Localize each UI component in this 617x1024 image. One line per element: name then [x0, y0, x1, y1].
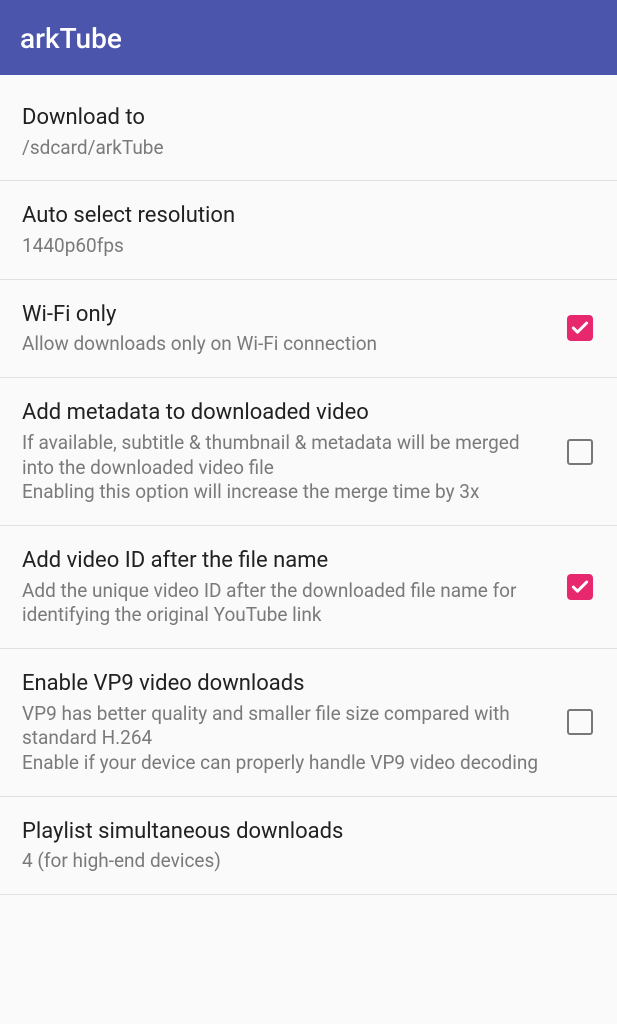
setting-content: Add video ID after the file name Add the… — [22, 546, 565, 628]
setting-auto-resolution[interactable]: Auto select resolution 1440p60fps — [0, 181, 617, 279]
setting-title: Wi-Fi only — [22, 300, 553, 330]
checkbox-add-video-id[interactable] — [565, 572, 595, 602]
checkmark-icon — [567, 315, 593, 341]
checkbox-wifi-only[interactable] — [565, 313, 595, 343]
setting-title: Playlist simultaneous downloads — [22, 817, 583, 847]
settings-list: Download to /sdcard/arkTube Auto select … — [0, 75, 617, 895]
setting-content: Wi-Fi only Allow downloads only on Wi-Fi… — [22, 300, 565, 357]
setting-subtitle: VP9 has better quality and smaller file … — [22, 702, 553, 776]
setting-download-to[interactable]: Download to /sdcard/arkTube — [0, 83, 617, 181]
setting-subtitle: Allow downloads only on Wi-Fi connection — [22, 332, 553, 357]
setting-title: Download to — [22, 103, 583, 133]
setting-subtitle: If available, subtitle & thumbnail & met… — [22, 431, 553, 505]
setting-subtitle: Add the unique video ID after the downlo… — [22, 579, 553, 628]
setting-wifi-only[interactable]: Wi-Fi only Allow downloads only on Wi-Fi… — [0, 280, 617, 378]
app-bar: arkTube — [0, 0, 617, 75]
setting-title: Add metadata to downloaded video — [22, 398, 553, 428]
setting-content: Playlist simultaneous downloads 4 (for h… — [22, 817, 595, 874]
setting-subtitle: 4 (for high-end devices) — [22, 849, 583, 874]
app-title: arkTube — [20, 22, 122, 55]
setting-content: Enable VP9 video downloads VP9 has bette… — [22, 669, 565, 776]
setting-enable-vp9[interactable]: Enable VP9 video downloads VP9 has bette… — [0, 649, 617, 797]
checkbox-empty-icon — [567, 439, 593, 465]
setting-content: Add metadata to downloaded video If avai… — [22, 398, 565, 505]
setting-subtitle: 1440p60fps — [22, 234, 583, 259]
checkbox-empty-icon — [567, 709, 593, 735]
setting-add-video-id[interactable]: Add video ID after the file name Add the… — [0, 526, 617, 649]
setting-add-metadata[interactable]: Add metadata to downloaded video If avai… — [0, 378, 617, 526]
setting-content: Auto select resolution 1440p60fps — [22, 201, 595, 258]
setting-playlist-simultaneous[interactable]: Playlist simultaneous downloads 4 (for h… — [0, 797, 617, 895]
setting-title: Auto select resolution — [22, 201, 583, 231]
setting-title: Add video ID after the file name — [22, 546, 553, 576]
setting-subtitle: /sdcard/arkTube — [22, 136, 583, 161]
checkbox-enable-vp9[interactable] — [565, 707, 595, 737]
checkmark-icon — [567, 574, 593, 600]
setting-title: Enable VP9 video downloads — [22, 669, 553, 699]
setting-content: Download to /sdcard/arkTube — [22, 103, 595, 160]
checkbox-add-metadata[interactable] — [565, 437, 595, 467]
